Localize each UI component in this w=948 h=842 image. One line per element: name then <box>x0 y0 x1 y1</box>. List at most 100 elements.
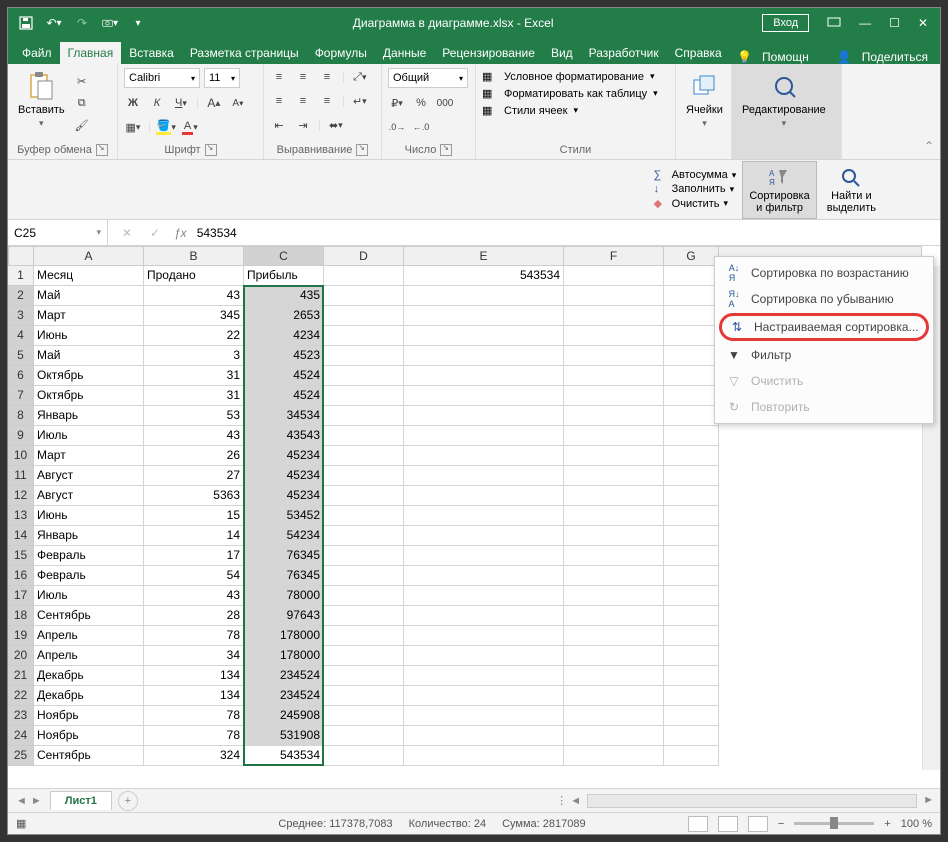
border-icon[interactable]: ▦▾ <box>124 118 142 136</box>
cell[interactable]: Октябрь <box>34 386 144 406</box>
align-right-icon[interactable]: ≡ <box>318 92 336 110</box>
cell[interactable]: 78 <box>144 726 244 746</box>
cell[interactable] <box>404 466 564 486</box>
cell[interactable]: 17 <box>144 546 244 566</box>
cell[interactable]: 28 <box>144 606 244 626</box>
cell[interactable]: 34534 <box>244 406 324 426</box>
cell[interactable] <box>564 506 664 526</box>
cell[interactable]: 76345 <box>244 546 324 566</box>
cell[interactable]: 43 <box>144 286 244 306</box>
cell[interactable] <box>564 526 664 546</box>
cell[interactable]: 5363 <box>144 486 244 506</box>
cell[interactable] <box>664 586 719 606</box>
align-top-icon[interactable]: ≡ <box>270 68 288 86</box>
redo-icon[interactable]: ↷ <box>74 15 90 31</box>
row-header-1[interactable]: 1 <box>8 266 34 286</box>
cell[interactable] <box>404 686 564 706</box>
cell[interactable] <box>664 466 719 486</box>
horizontal-scrollbar[interactable] <box>587 794 917 808</box>
column-header-A[interactable]: A <box>34 246 144 266</box>
cell[interactable]: Март <box>34 306 144 326</box>
paste-button[interactable]: Вставить ▾ <box>14 68 69 131</box>
cell[interactable]: Июнь <box>34 326 144 346</box>
zoom-in-icon[interactable]: + <box>884 818 890 830</box>
cell[interactable] <box>664 606 719 626</box>
cancel-formula-icon[interactable]: ✕ <box>118 224 136 242</box>
row-header-17[interactable]: 17 <box>8 586 34 606</box>
cell[interactable] <box>564 606 664 626</box>
cell[interactable]: Февраль <box>34 546 144 566</box>
cell[interactable]: 234524 <box>244 686 324 706</box>
row-header-13[interactable]: 13 <box>8 506 34 526</box>
cell[interactable]: Ноябрь <box>34 706 144 726</box>
cell[interactable] <box>404 426 564 446</box>
sort-filter-button[interactable]: АЯ Сортировка и фильтр <box>742 161 816 219</box>
sheet-next-icon[interactable]: ► <box>31 795 42 807</box>
cell[interactable] <box>564 626 664 646</box>
add-sheet-icon[interactable]: + <box>118 791 138 811</box>
row-header-24[interactable]: 24 <box>8 726 34 746</box>
cell[interactable] <box>564 466 664 486</box>
save-icon[interactable] <box>18 15 34 31</box>
cell[interactable] <box>324 366 404 386</box>
maximize-icon[interactable]: ☐ <box>889 16 900 30</box>
cell[interactable]: 43 <box>144 586 244 606</box>
number-format-combo[interactable]: Общий▾ <box>388 68 468 88</box>
cell[interactable] <box>564 546 664 566</box>
cell[interactable]: Январь <box>34 526 144 546</box>
cell[interactable] <box>324 686 404 706</box>
row-header-5[interactable]: 5 <box>8 346 34 366</box>
cell[interactable]: 31 <box>144 386 244 406</box>
cell[interactable] <box>404 506 564 526</box>
cell[interactable] <box>404 546 564 566</box>
tab-home[interactable]: Главная <box>60 42 122 64</box>
cell[interactable] <box>324 406 404 426</box>
name-box[interactable]: C25▾ <box>8 220 108 245</box>
cell[interactable] <box>664 346 719 366</box>
cell[interactable] <box>564 346 664 366</box>
cell[interactable] <box>404 286 564 306</box>
increase-indent-icon[interactable]: ⇥ <box>294 116 312 134</box>
cell[interactable]: 34 <box>144 646 244 666</box>
login-button[interactable]: Вход <box>762 14 809 32</box>
menu-filter[interactable]: ▼ Фильтр <box>715 342 933 368</box>
fill-button[interactable]: ↓Заполнить ▾ <box>654 183 737 195</box>
underline-icon[interactable]: Ч▾ <box>172 94 190 112</box>
cell[interactable] <box>404 306 564 326</box>
cell[interactable] <box>324 546 404 566</box>
align-bottom-icon[interactable]: ≡ <box>318 68 336 86</box>
cell[interactable] <box>324 386 404 406</box>
editing-button[interactable]: Редактирование ▾ <box>738 68 830 131</box>
row-header-15[interactable]: 15 <box>8 546 34 566</box>
row-header-18[interactable]: 18 <box>8 606 34 626</box>
cell[interactable] <box>564 566 664 586</box>
cell[interactable]: Апрель <box>34 646 144 666</box>
cell[interactable]: 178000 <box>244 646 324 666</box>
cell[interactable]: 53452 <box>244 506 324 526</box>
collapse-ribbon-icon[interactable]: ⌃ <box>924 139 934 153</box>
cell[interactable]: 345 <box>144 306 244 326</box>
cell[interactable]: Май <box>34 286 144 306</box>
tab-data[interactable]: Данные <box>375 42 434 64</box>
cell[interactable] <box>664 506 719 526</box>
cell[interactable]: Июль <box>34 586 144 606</box>
cell[interactable] <box>404 626 564 646</box>
cell[interactable] <box>564 706 664 726</box>
cell[interactable]: 4234 <box>244 326 324 346</box>
cell[interactable]: Декабрь <box>34 666 144 686</box>
cell[interactable] <box>664 526 719 546</box>
column-header-F[interactable]: F <box>564 246 664 266</box>
cell[interactable] <box>324 566 404 586</box>
cell[interactable]: 4523 <box>244 346 324 366</box>
tab-insert[interactable]: Вставка <box>121 42 182 64</box>
cell[interactable] <box>664 426 719 446</box>
cell[interactable] <box>564 366 664 386</box>
cell[interactable] <box>404 666 564 686</box>
zoom-out-icon[interactable]: − <box>778 818 784 830</box>
cell[interactable] <box>564 426 664 446</box>
cell[interactable]: Прибыль <box>244 266 324 286</box>
cell[interactable] <box>664 626 719 646</box>
row-header-20[interactable]: 20 <box>8 646 34 666</box>
cell[interactable] <box>404 526 564 546</box>
find-select-button[interactable]: Найти и выделить <box>823 164 880 216</box>
